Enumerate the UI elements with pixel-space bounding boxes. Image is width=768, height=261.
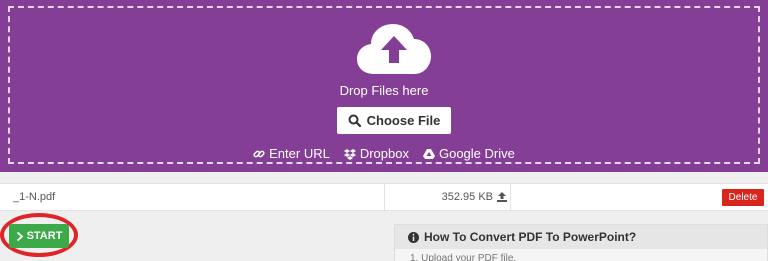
delete-button[interactable]: Delete <box>722 189 764 206</box>
howto-panel: How To Convert PDF To PowerPoint? 1. Upl… <box>394 224 768 261</box>
dropbox-icon <box>343 148 356 160</box>
upload-icon <box>497 192 507 202</box>
howto-header: How To Convert PDF To PowerPoint? <box>395 225 767 249</box>
google-drive-label: Google Drive <box>438 146 515 161</box>
howto-title: How To Convert PDF To PowerPoint? <box>424 230 637 244</box>
file-size-cell: 352.95 KB <box>385 184 511 210</box>
search-icon <box>348 114 361 127</box>
file-size: 352.95 KB <box>441 191 493 203</box>
howto-step: 1. Upload your PDF file. <box>410 253 517 261</box>
dropbox-link[interactable]: Dropbox <box>343 146 409 161</box>
start-label: START <box>26 230 63 242</box>
info-icon <box>408 231 419 243</box>
enter-url-link[interactable]: Enter URL <box>253 146 330 161</box>
choose-file-label: Choose File <box>366 113 441 128</box>
upload-sources: Enter URL Dropbox Google Drive <box>10 146 758 161</box>
google-drive-icon <box>422 148 435 159</box>
choose-file-button[interactable]: Choose File <box>337 107 451 134</box>
drop-zone[interactable]: Drop Files here Choose File Enter URL Dr… <box>8 6 760 164</box>
start-button[interactable]: START <box>9 224 69 248</box>
chevron-right-icon <box>16 231 23 241</box>
enter-url-label: Enter URL <box>269 146 330 161</box>
link-icon <box>253 150 265 157</box>
cloud-upload-icon <box>357 24 431 74</box>
upload-panel: Drop Files here Choose File Enter URL Dr… <box>0 0 768 172</box>
drop-files-text: Drop Files here <box>339 83 429 98</box>
file-name: _1-N.pdf <box>0 184 385 210</box>
file-list-row: _1-N.pdf 352.95 KB Delete <box>0 183 768 211</box>
dropbox-label: Dropbox <box>359 146 409 161</box>
google-drive-link[interactable]: Google Drive <box>422 146 515 161</box>
